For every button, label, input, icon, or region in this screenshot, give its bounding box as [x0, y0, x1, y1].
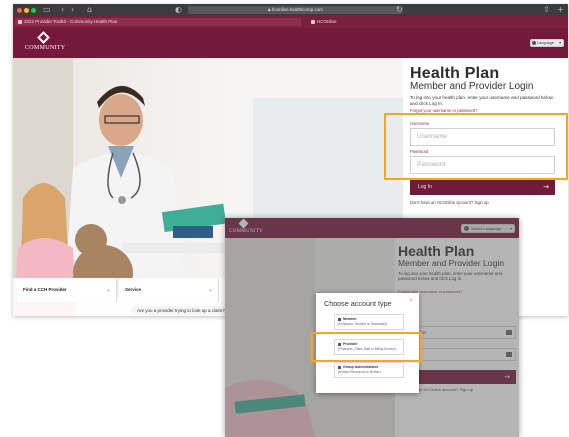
favicon-icon	[311, 20, 315, 24]
service-dropdown[interactable]: Service ⌄	[119, 278, 219, 302]
tab-label: HCOnline	[317, 19, 337, 24]
globe-icon	[532, 41, 536, 45]
sidebar-icon[interactable]: ▭	[43, 5, 51, 15]
language-selector[interactable]: Language ▾	[530, 39, 564, 47]
site-header: COMMUNITY Language ▾	[13, 28, 568, 58]
option-description: (Human Resources or Broker)	[338, 370, 381, 374]
browser-toolbar: ▭ ‹ › ⌂ ◐ 🔒︎ hconline.healthcomp.com ↻ ⇪…	[13, 4, 568, 16]
provider-option-highlight	[311, 332, 422, 362]
community-logo[interactable]: COMMUNITY	[25, 31, 65, 56]
close-icon[interactable]: ×	[408, 296, 414, 304]
back-arrow-icon[interactable]: ‹	[61, 5, 64, 15]
language-label: Language	[537, 41, 554, 45]
arrow-right-icon: →	[543, 183, 549, 191]
option-description: (Employee, Student or Dependent)	[338, 322, 388, 326]
login-instructions: To log into your health plan, enter your…	[410, 95, 554, 106]
favicon-icon	[18, 20, 22, 24]
chevron-down-icon: ⌄	[207, 287, 213, 293]
login-button-label: Log In	[418, 184, 432, 190]
tab-provider-toolkit[interactable]: 2022 Provider Toolkit - Community Health…	[15, 18, 301, 26]
account-option-group-admin[interactable]: Group Administrator (Human Resources or …	[334, 362, 404, 378]
claim-lookup-prompt[interactable]: Are you a provider trying to look up a c…	[131, 306, 231, 315]
signup-link[interactable]: Don't have an HCOnline account? Sign up	[410, 200, 489, 205]
home-icon[interactable]: ⌂	[87, 5, 92, 15]
find-provider-dropdown[interactable]: Find a CCH Provider ⌄	[17, 278, 117, 302]
tab-label: 2022 Provider Toolkit - Community Health…	[24, 19, 118, 24]
minimize-window-button[interactable]	[24, 8, 29, 13]
chevron-down-icon: ▾	[559, 41, 561, 45]
service-label: Service	[125, 287, 142, 292]
shield-icon: ◐	[175, 5, 182, 14]
logo-text: COMMUNITY	[25, 45, 66, 51]
login-button[interactable]: Log In →	[410, 179, 555, 195]
close-window-button[interactable]	[17, 8, 22, 13]
chevron-down-icon: ⌄	[105, 287, 111, 293]
find-provider-label: Find a CCH Provider	[23, 287, 67, 292]
tab-hconline[interactable]: HCOnline	[305, 18, 555, 26]
account-option-member[interactable]: Member (Employee, Student or Dependent)	[334, 314, 404, 330]
page-title: Health Plan	[410, 65, 500, 82]
new-tab-icon[interactable]: +	[557, 5, 564, 15]
page-subtitle: Member and Provider Login	[410, 81, 534, 92]
front-browser-window: COMMUNITY Select Language ▾ Health Plan …	[225, 218, 519, 437]
tab-bar: 2022 Provider Toolkit - Community Health…	[13, 16, 568, 28]
login-fields-highlight	[384, 113, 568, 180]
group-admin-icon	[338, 366, 341, 369]
reload-icon[interactable]: ↻	[396, 5, 403, 15]
share-icon[interactable]: ⇪	[543, 5, 550, 15]
modal-title: Choose account type	[324, 299, 392, 308]
address-bar[interactable]: 🔒︎ hconline.healthcomp.com	[188, 6, 403, 14]
forward-arrow-icon[interactable]: ›	[71, 5, 74, 15]
url-text: hconline.healthcomp.com	[271, 7, 323, 12]
maximize-window-button[interactable]	[31, 8, 36, 13]
member-icon	[338, 318, 341, 321]
